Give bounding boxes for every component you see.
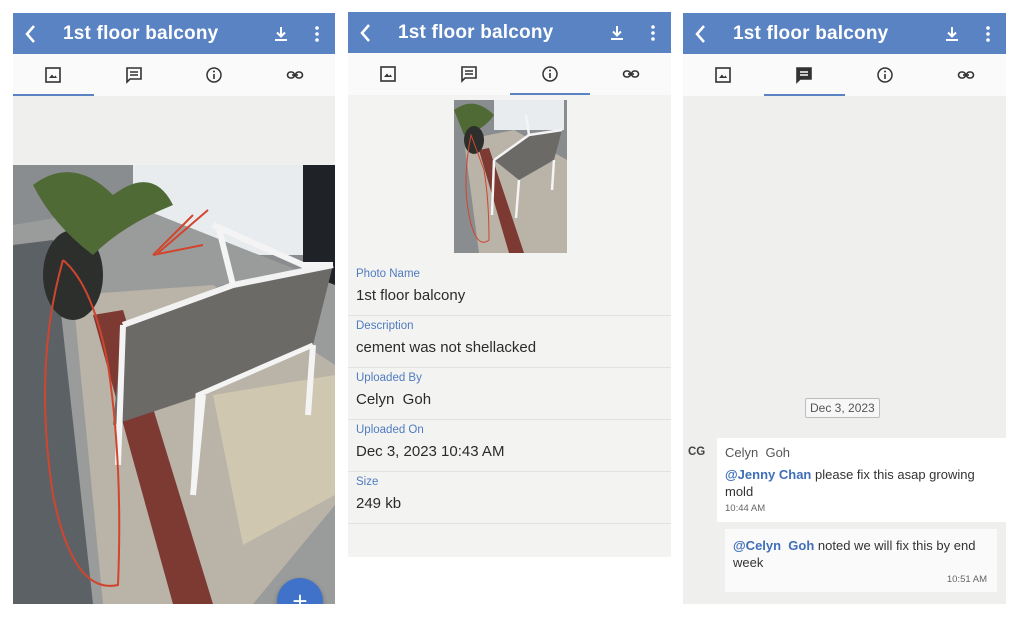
reply-text: @Celyn Goh noted we will fix this by end… (725, 529, 997, 571)
photo-thumbnail[interactable] (454, 100, 567, 253)
tab-link[interactable] (255, 54, 336, 96)
size-value: 249 kb (356, 495, 402, 512)
photo-info-screen: 1st floor balcony Photo Name 1st floor b… (348, 12, 671, 557)
avatar: CG (688, 446, 706, 458)
back-arrow-icon[interactable] (348, 23, 382, 43)
mention-link[interactable]: @Celyn Goh (733, 538, 814, 553)
tab-comments[interactable] (429, 53, 510, 95)
description-value: cement was not shellacked (356, 339, 537, 356)
info-icon (542, 66, 558, 82)
tab-info[interactable] (174, 54, 255, 96)
tab-bar (13, 54, 335, 96)
more-options-icon[interactable] (970, 25, 1006, 42)
image-icon (715, 67, 732, 83)
description-label: Description (356, 320, 414, 332)
tab-comments[interactable] (94, 54, 175, 96)
comment-icon (125, 67, 142, 84)
comment-text: @Jenny Chan please fix this asap growing… (717, 460, 1006, 500)
description-field: Description cement was not shellacked (348, 316, 671, 368)
info-icon (877, 67, 893, 83)
comment-time: 10:44 AM (725, 503, 766, 514)
app-bar: 1st floor balcony (683, 13, 1006, 54)
page-title: 1st floor balcony (733, 22, 889, 44)
mention-link[interactable]: @Jenny Chan (725, 467, 811, 482)
tab-photo[interactable] (348, 53, 429, 95)
photo-name-label: Photo Name (356, 268, 420, 280)
photo-name-value: 1st floor balcony (356, 287, 466, 304)
more-options-icon[interactable] (299, 25, 335, 42)
comment-message[interactable]: Celyn Goh @Jenny Chan please fix this as… (717, 438, 1006, 522)
page-title: 1st floor balcony (63, 22, 219, 44)
back-arrow-icon[interactable] (683, 24, 717, 44)
comment-icon (796, 67, 812, 84)
uploaded-on-field: Uploaded On Dec 3, 2023 10:43 AM (348, 420, 671, 472)
info-icon (206, 67, 222, 83)
tab-link[interactable] (925, 54, 1006, 96)
tab-bar (348, 53, 671, 95)
tab-info[interactable] (509, 53, 591, 95)
app-bar: 1st floor balcony (348, 12, 671, 53)
photo-thumbnail-image (454, 100, 567, 253)
photo-comments-screen: 1st floor balcony Dec 3, 2023 CG Celyn G… (683, 13, 1006, 604)
photo-name-field: Photo Name 1st floor balcony (348, 264, 671, 316)
download-icon[interactable] (599, 25, 635, 41)
link-icon (957, 71, 974, 79)
reply-time: 10:51 AM (946, 574, 987, 585)
image-icon (45, 67, 62, 83)
tab-bar (683, 54, 1006, 96)
back-arrow-icon[interactable] (13, 24, 47, 44)
balcony-photo[interactable]: + (13, 165, 335, 604)
page-title: 1st floor balcony (398, 21, 554, 43)
photo-info-list: Photo Name 1st floor balcony Description… (348, 264, 671, 524)
uploaded-on-label: Uploaded On (356, 424, 424, 436)
comment-sender: Celyn Goh (725, 445, 791, 460)
link-icon (622, 70, 639, 78)
uploaded-by-value: Celyn Goh (356, 391, 432, 408)
tab-photo[interactable] (13, 54, 94, 96)
app-bar: 1st floor balcony (13, 13, 335, 54)
download-icon[interactable] (934, 26, 970, 42)
size-label: Size (356, 476, 379, 488)
size-field: Size 249 kb (348, 472, 671, 524)
tab-photo[interactable] (683, 54, 764, 96)
photo-view-screen: 1st floor balcony + (13, 13, 335, 604)
tab-comments[interactable] (763, 54, 845, 96)
more-options-icon[interactable] (635, 24, 671, 41)
comment-icon (461, 66, 477, 83)
link-icon (286, 71, 304, 79)
uploaded-on-value: Dec 3, 2023 10:43 AM (356, 443, 505, 460)
uploaded-by-label: Uploaded By (356, 372, 422, 384)
tab-info[interactable] (845, 54, 926, 96)
balcony-photo-image (13, 165, 335, 604)
uploaded-by-field: Uploaded By Celyn Goh (348, 368, 671, 420)
download-icon[interactable] (263, 26, 299, 42)
tab-link[interactable] (590, 53, 671, 95)
image-icon (380, 66, 397, 82)
date-separator: Dec 3, 2023 (805, 398, 880, 418)
reply-message[interactable]: @Celyn Goh noted we will fix this by end… (725, 529, 997, 592)
